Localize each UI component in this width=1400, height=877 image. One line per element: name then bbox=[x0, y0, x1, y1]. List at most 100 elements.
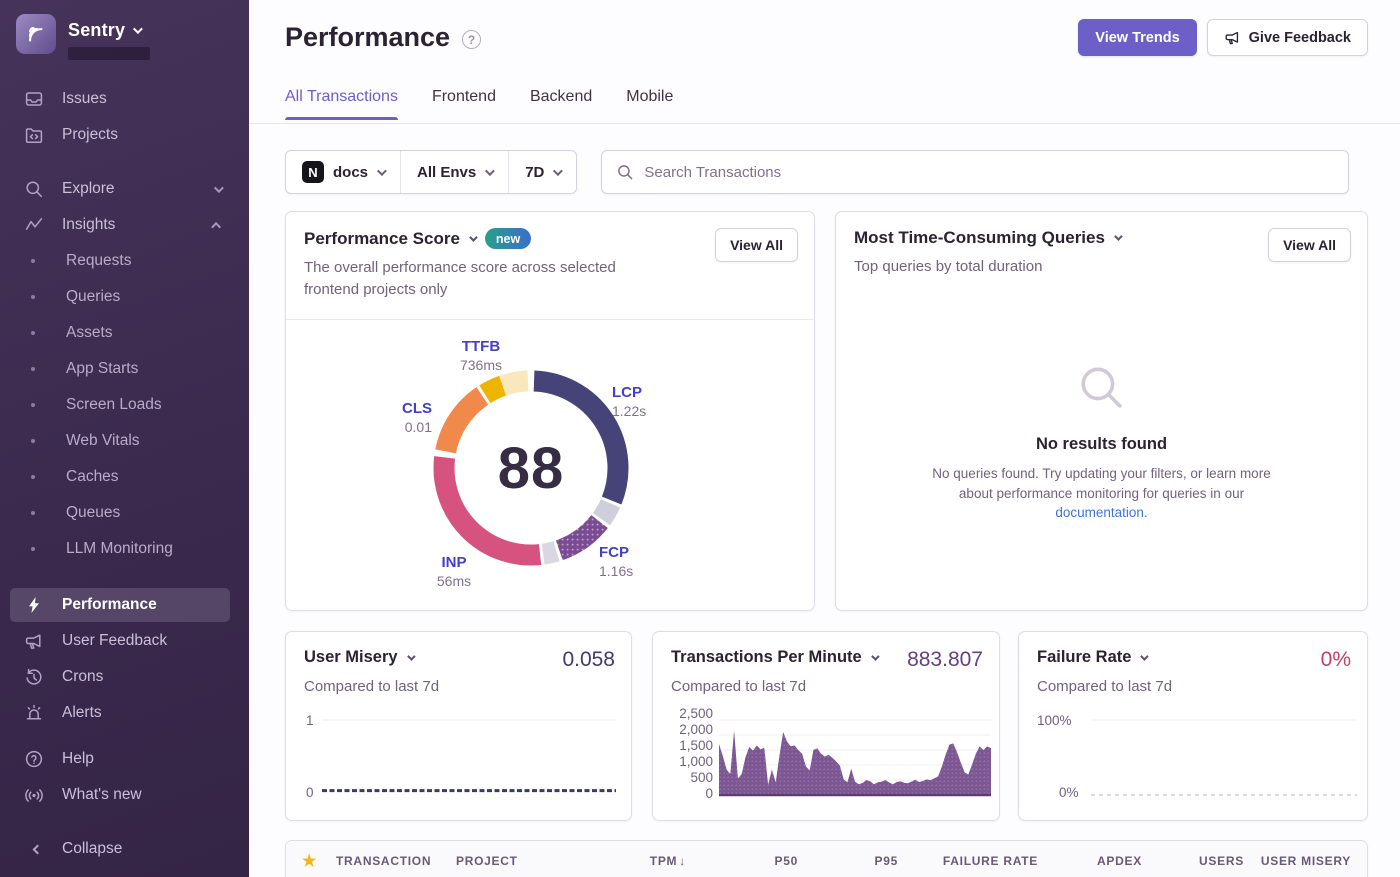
chevron-down-icon bbox=[214, 183, 224, 193]
y-axis-tick: 0% bbox=[1059, 785, 1081, 800]
vital-fcp: FCP1.16s bbox=[599, 544, 633, 580]
environment-filter[interactable]: All Envs bbox=[400, 151, 508, 193]
performance-score-dropdown[interactable]: Performance Score bbox=[304, 229, 475, 249]
sidebar-item-label: Performance bbox=[62, 596, 157, 614]
view-all-performance-button[interactable]: View All bbox=[715, 228, 798, 262]
sidebar-item-label: Screen Loads bbox=[66, 396, 162, 414]
sidebar-item-queries[interactable]: Queries bbox=[0, 280, 249, 314]
failure-rate-chart bbox=[1089, 712, 1359, 804]
user-misery-dropdown[interactable]: User Misery bbox=[304, 648, 413, 667]
search-transactions-box bbox=[601, 150, 1349, 194]
sidebar-item-explore[interactable]: Explore bbox=[0, 172, 249, 206]
sidebar-item-requests[interactable]: Requests bbox=[0, 244, 249, 278]
sidebar-item-label: User Feedback bbox=[62, 632, 167, 650]
search-icon bbox=[616, 163, 634, 181]
app-window: Sentry Issues Projects Explore Insights … bbox=[0, 0, 1400, 877]
sidebar-item-queues[interactable]: Queues bbox=[0, 496, 249, 530]
transactions-table: ★ TRANSACTION PROJECT TPM↓ P50 P95 FAILU… bbox=[285, 840, 1368, 877]
brand-name: Sentry bbox=[68, 20, 125, 41]
sort-desc-icon: ↓ bbox=[679, 854, 686, 868]
sidebar-item-label: What's new bbox=[62, 786, 142, 804]
sidebar-item-issues[interactable]: Issues bbox=[0, 82, 249, 116]
sidebar-item-whats-new[interactable]: What's new bbox=[0, 778, 249, 812]
sidebar-collapse-button[interactable]: Collapse bbox=[0, 832, 249, 866]
column-user-misery[interactable]: USER MISERY bbox=[1244, 854, 1351, 868]
chevron-down-icon bbox=[133, 24, 143, 34]
view-trends-button[interactable]: View Trends bbox=[1078, 19, 1196, 56]
page-filter-bar: N docs All Envs 7D bbox=[285, 150, 577, 194]
org-switcher[interactable]: Sentry bbox=[16, 14, 150, 60]
chevron-left-icon bbox=[24, 839, 44, 859]
project-filter[interactable]: N docs bbox=[286, 151, 400, 193]
environment-filter-label: All Envs bbox=[417, 164, 476, 181]
tpm-dropdown[interactable]: Transactions Per Minute bbox=[671, 648, 877, 667]
queries-card: Most Time-Consuming Queries View All Top… bbox=[835, 211, 1368, 611]
sidebar-item-screen-loads[interactable]: Screen Loads bbox=[0, 388, 249, 422]
y-axis-tick: 0 bbox=[667, 786, 713, 801]
sidebar-item-label: Projects bbox=[62, 126, 118, 144]
sidebar-item-label: Crons bbox=[62, 668, 103, 686]
search-input[interactable] bbox=[644, 164, 1334, 181]
column-apdex[interactable]: APDEX bbox=[1038, 854, 1142, 868]
documentation-link[interactable]: documentation bbox=[1055, 505, 1144, 520]
sidebar-item-web-vitals[interactable]: Web Vitals bbox=[0, 424, 249, 458]
card-description: The overall performance score across sel… bbox=[286, 253, 681, 301]
column-tpm[interactable]: TPM↓ bbox=[574, 854, 686, 868]
sidebar-item-label: Web Vitals bbox=[66, 432, 140, 450]
sidebar-item-projects[interactable]: Projects bbox=[0, 118, 249, 152]
sidebar-item-alerts[interactable]: Alerts bbox=[0, 696, 249, 730]
y-axis-tick: 0 bbox=[306, 785, 320, 800]
queries-dropdown[interactable]: Most Time-Consuming Queries bbox=[854, 228, 1120, 248]
star-column-header[interactable]: ★ bbox=[302, 851, 336, 871]
help-question-icon[interactable]: ? bbox=[462, 30, 481, 49]
sidebar-item-label: LLM Monitoring bbox=[66, 540, 173, 558]
view-all-queries-button[interactable]: View All bbox=[1268, 228, 1351, 262]
sidebar-item-caches[interactable]: Caches bbox=[0, 460, 249, 494]
tab-all-transactions[interactable]: All Transactions bbox=[285, 88, 398, 120]
sidebar-item-help[interactable]: Help bbox=[0, 742, 249, 776]
nextjs-platform-icon: N bbox=[302, 161, 324, 183]
search-empty-icon bbox=[1076, 362, 1128, 414]
failure-rate-dropdown[interactable]: Failure Rate bbox=[1037, 648, 1146, 667]
sidebar-item-label: Help bbox=[62, 750, 94, 768]
column-users[interactable]: USERS bbox=[1142, 854, 1244, 868]
user-misery-value: 0.058 bbox=[562, 648, 615, 672]
sidebar-item-label: App Starts bbox=[66, 360, 138, 378]
sidebar-item-insights[interactable]: Insights bbox=[0, 208, 249, 242]
sidebar-item-llm-monitoring[interactable]: LLM Monitoring bbox=[0, 532, 249, 566]
button-label: Give Feedback bbox=[1249, 30, 1351, 46]
sidebar-item-performance[interactable]: Performance bbox=[10, 588, 230, 622]
sidebar-item-label: Collapse bbox=[62, 840, 122, 858]
tab-mobile[interactable]: Mobile bbox=[626, 88, 673, 120]
vital-inp: INP56ms bbox=[418, 554, 490, 590]
card-divider bbox=[286, 319, 814, 320]
date-range-label: 7D bbox=[525, 164, 544, 181]
chevron-down-icon bbox=[469, 233, 477, 241]
y-axis-tick: 2,000 bbox=[667, 722, 713, 737]
column-failure-rate[interactable]: FAILURE RATE bbox=[898, 854, 1038, 868]
date-range-filter[interactable]: 7D bbox=[508, 151, 576, 193]
failure-rate-value: 0% bbox=[1321, 648, 1351, 672]
column-transaction[interactable]: TRANSACTION bbox=[336, 854, 456, 868]
tab-backend[interactable]: Backend bbox=[530, 88, 592, 120]
sidebar-item-label: Assets bbox=[66, 324, 113, 342]
sidebar-item-assets[interactable]: Assets bbox=[0, 316, 249, 350]
tab-frontend[interactable]: Frontend bbox=[432, 88, 496, 120]
column-p95[interactable]: P95 bbox=[798, 854, 898, 868]
sidebar-item-app-starts[interactable]: App Starts bbox=[0, 352, 249, 386]
sidebar-item-label: Explore bbox=[62, 180, 115, 198]
sidebar-item-user-feedback[interactable]: User Feedback bbox=[0, 624, 249, 658]
compare-label: Compared to last 7d bbox=[286, 672, 631, 695]
chevron-down-icon bbox=[871, 652, 879, 660]
chevron-down-icon bbox=[553, 166, 563, 176]
broadcast-icon bbox=[24, 785, 44, 805]
y-axis-tick: 1,000 bbox=[667, 754, 713, 769]
column-project[interactable]: PROJECT bbox=[456, 854, 574, 868]
column-p50[interactable]: P50 bbox=[686, 854, 798, 868]
y-axis-tick: 2,500 bbox=[667, 706, 713, 721]
sidebar-item-crons[interactable]: Crons bbox=[0, 660, 249, 694]
insights-icon bbox=[24, 215, 44, 235]
lightning-icon bbox=[24, 595, 44, 615]
give-feedback-button[interactable]: Give Feedback bbox=[1207, 19, 1368, 56]
table-header-row: ★ TRANSACTION PROJECT TPM↓ P50 P95 FAILU… bbox=[286, 841, 1367, 877]
